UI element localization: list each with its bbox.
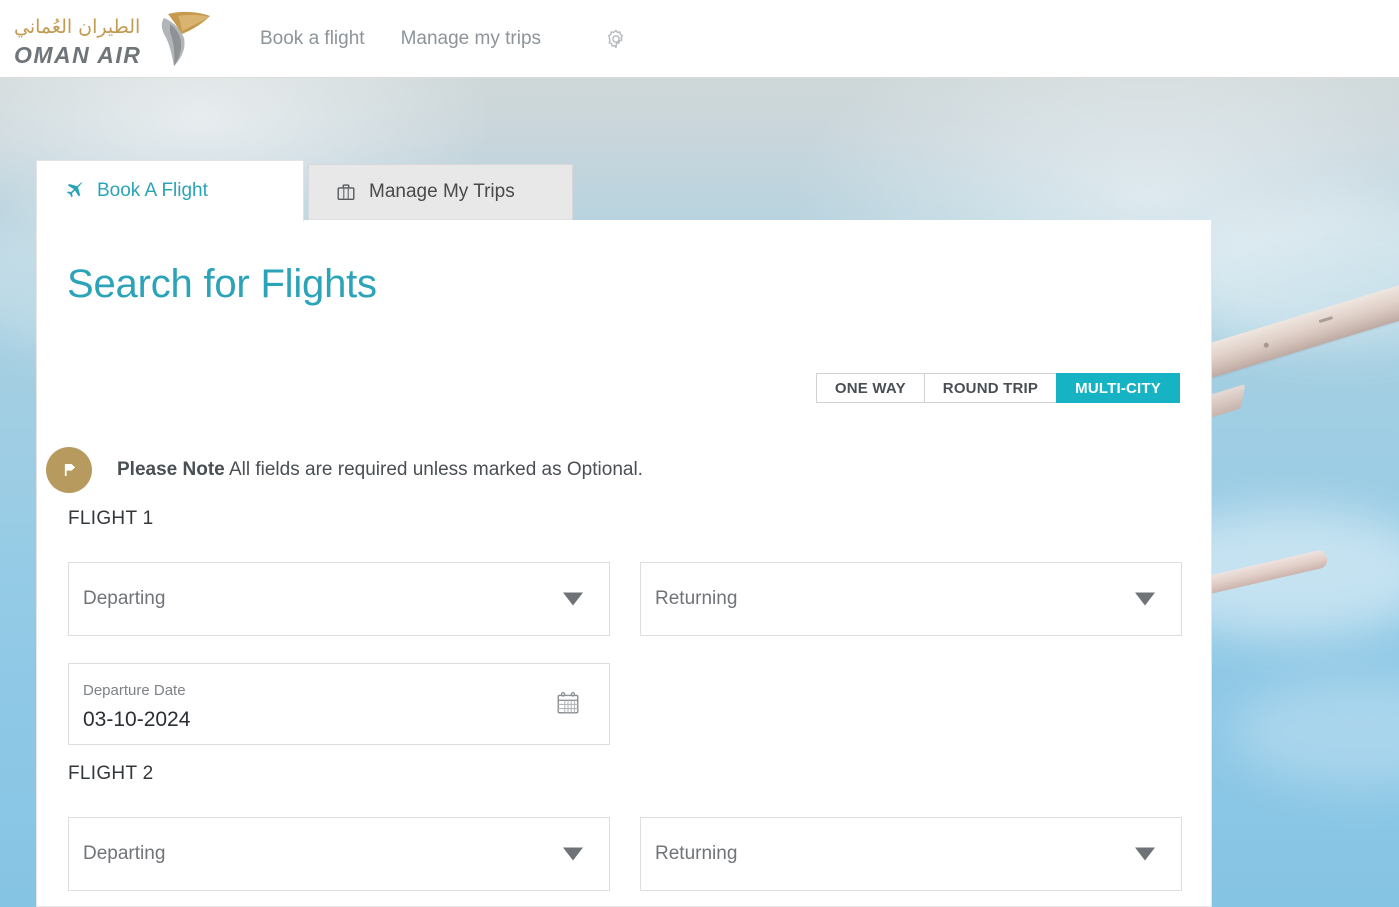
flight-group-label-2: FLIGHT 2 [68, 763, 153, 785]
calendar-icon[interactable] [555, 690, 581, 721]
trip-type-toggle-group: ONE WAY ROUND TRIP MULTI-CITY [817, 373, 1180, 403]
info-flag-icon [46, 447, 92, 493]
nav-link-book-a-flight[interactable]: Book a flight [260, 28, 365, 50]
flight-2-returning-select[interactable]: Returning [640, 817, 1182, 891]
please-note-body: All fields are required unless marked as… [229, 459, 643, 480]
flight-2-route-row: Departing Returning [68, 817, 1182, 891]
please-note-text: Please Note All fields are required unle… [117, 459, 643, 481]
trip-type-round-trip[interactable]: ROUND TRIP [924, 373, 1057, 403]
chevron-down-icon [1135, 593, 1155, 606]
tab-manage-my-trips[interactable]: Manage My Trips [308, 164, 573, 220]
page-root: الطيران العُماني OMAN AIR Book a flight … [0, 0, 1399, 907]
search-panel: Search for Flights ONE WAY ROUND TRIP MU… [36, 220, 1212, 907]
flight-1-route-row: Departing Returning [68, 562, 1182, 636]
oman-air-wing-icon [148, 8, 212, 70]
cloud-decoration [1230, 678, 1399, 788]
flight-1-departing-select[interactable]: Departing [68, 562, 610, 636]
tab-book-a-flight[interactable]: Book A Flight [36, 160, 304, 221]
flight-2-departing-select[interactable]: Departing [68, 817, 610, 891]
nav-link-manage-my-trips[interactable]: Manage my trips [401, 28, 541, 50]
flight-2-departing-placeholder: Departing [83, 843, 165, 865]
please-note-row: Please Note All fields are required unle… [46, 447, 643, 493]
flight-1-departure-date-value: 03-10-2024 [83, 708, 190, 732]
flight-1-returning-placeholder: Returning [655, 588, 737, 610]
flight-1-date-row: Departure Date 03-10-2024 [68, 663, 610, 745]
please-note-strong: Please Note [117, 459, 225, 480]
panel-tabs: Book A Flight Manage My Trips [36, 160, 573, 220]
tab-label: Manage My Trips [369, 181, 515, 203]
settings-button[interactable] [605, 28, 627, 50]
top-navigation-bar: الطيران العُماني OMAN AIR Book a flight … [0, 0, 1399, 78]
airplane-icon [63, 180, 85, 202]
trip-type-one-way[interactable]: ONE WAY [816, 373, 925, 403]
chevron-down-icon [563, 593, 583, 606]
flight-2-returning-placeholder: Returning [655, 843, 737, 865]
chevron-down-icon [563, 848, 583, 861]
gear-icon [605, 28, 627, 50]
briefcase-icon [335, 181, 357, 203]
oman-air-logo[interactable]: الطيران العُماني OMAN AIR [8, 6, 208, 70]
page-title: Search for Flights [67, 262, 377, 307]
chevron-down-icon [1135, 848, 1155, 861]
logo-arabic-text: الطيران العُماني [14, 16, 140, 38]
flight-1-returning-select[interactable]: Returning [640, 562, 1182, 636]
logo-english-text: OMAN AIR [14, 42, 141, 69]
flight-1-departure-date-label: Departure Date [83, 682, 186, 699]
tab-label: Book A Flight [97, 180, 208, 202]
flight-group-label-1: FLIGHT 1 [68, 508, 153, 530]
nav-links: Book a flight Manage my trips [260, 0, 627, 78]
flight-1-departing-placeholder: Departing [83, 588, 165, 610]
flight-1-departure-date-field[interactable]: Departure Date 03-10-2024 [68, 663, 610, 745]
trip-type-multi-city[interactable]: MULTI-CITY [1056, 373, 1180, 403]
